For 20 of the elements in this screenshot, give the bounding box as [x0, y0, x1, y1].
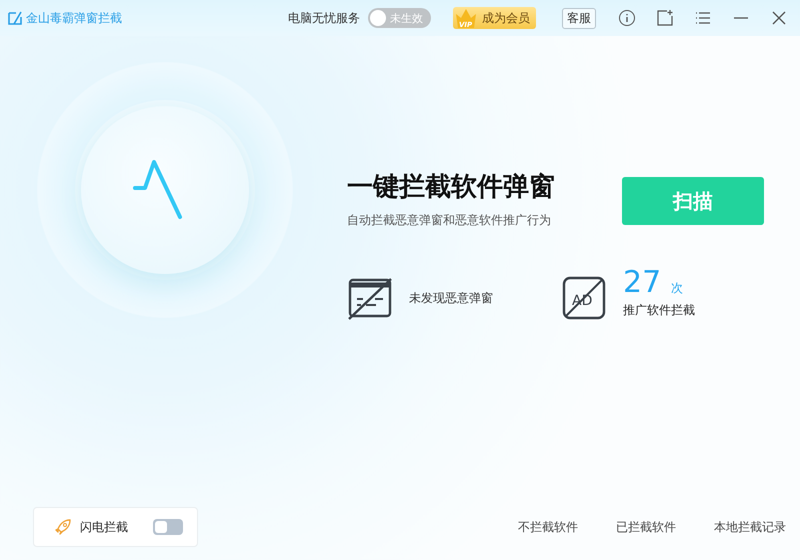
stat-label: 推广软件拦截	[623, 302, 695, 318]
service-label: 电脑无忧服务	[288, 10, 360, 26]
footer-link[interactable]: 不拦截软件	[518, 518, 578, 536]
block-count: 27	[623, 266, 662, 300]
blocked-window-icon	[347, 275, 393, 321]
footer-link[interactable]: 已拦截软件	[616, 518, 676, 536]
new-window-icon[interactable]	[656, 9, 674, 27]
footer-link[interactable]: 本地拦截记录	[714, 518, 786, 536]
subtitle: 自动拦截恶意弹窗和恶意软件推广行为	[347, 212, 552, 229]
logo-icon	[8, 11, 22, 25]
count-unit: 次	[671, 280, 684, 296]
info-icon[interactable]	[618, 9, 636, 27]
flash-toggle[interactable]	[153, 519, 183, 535]
headline: 一键拦截软件弹窗	[347, 171, 555, 204]
window-title: 金山毒霸弹窗拦截	[26, 10, 122, 26]
rocket-icon	[54, 518, 72, 536]
close-icon[interactable]	[770, 9, 788, 27]
stat-label: 未发现恶意弹窗	[409, 290, 493, 306]
support-button[interactable]: 客服	[562, 8, 596, 28]
flash-label: 闪电拦截	[80, 518, 129, 536]
